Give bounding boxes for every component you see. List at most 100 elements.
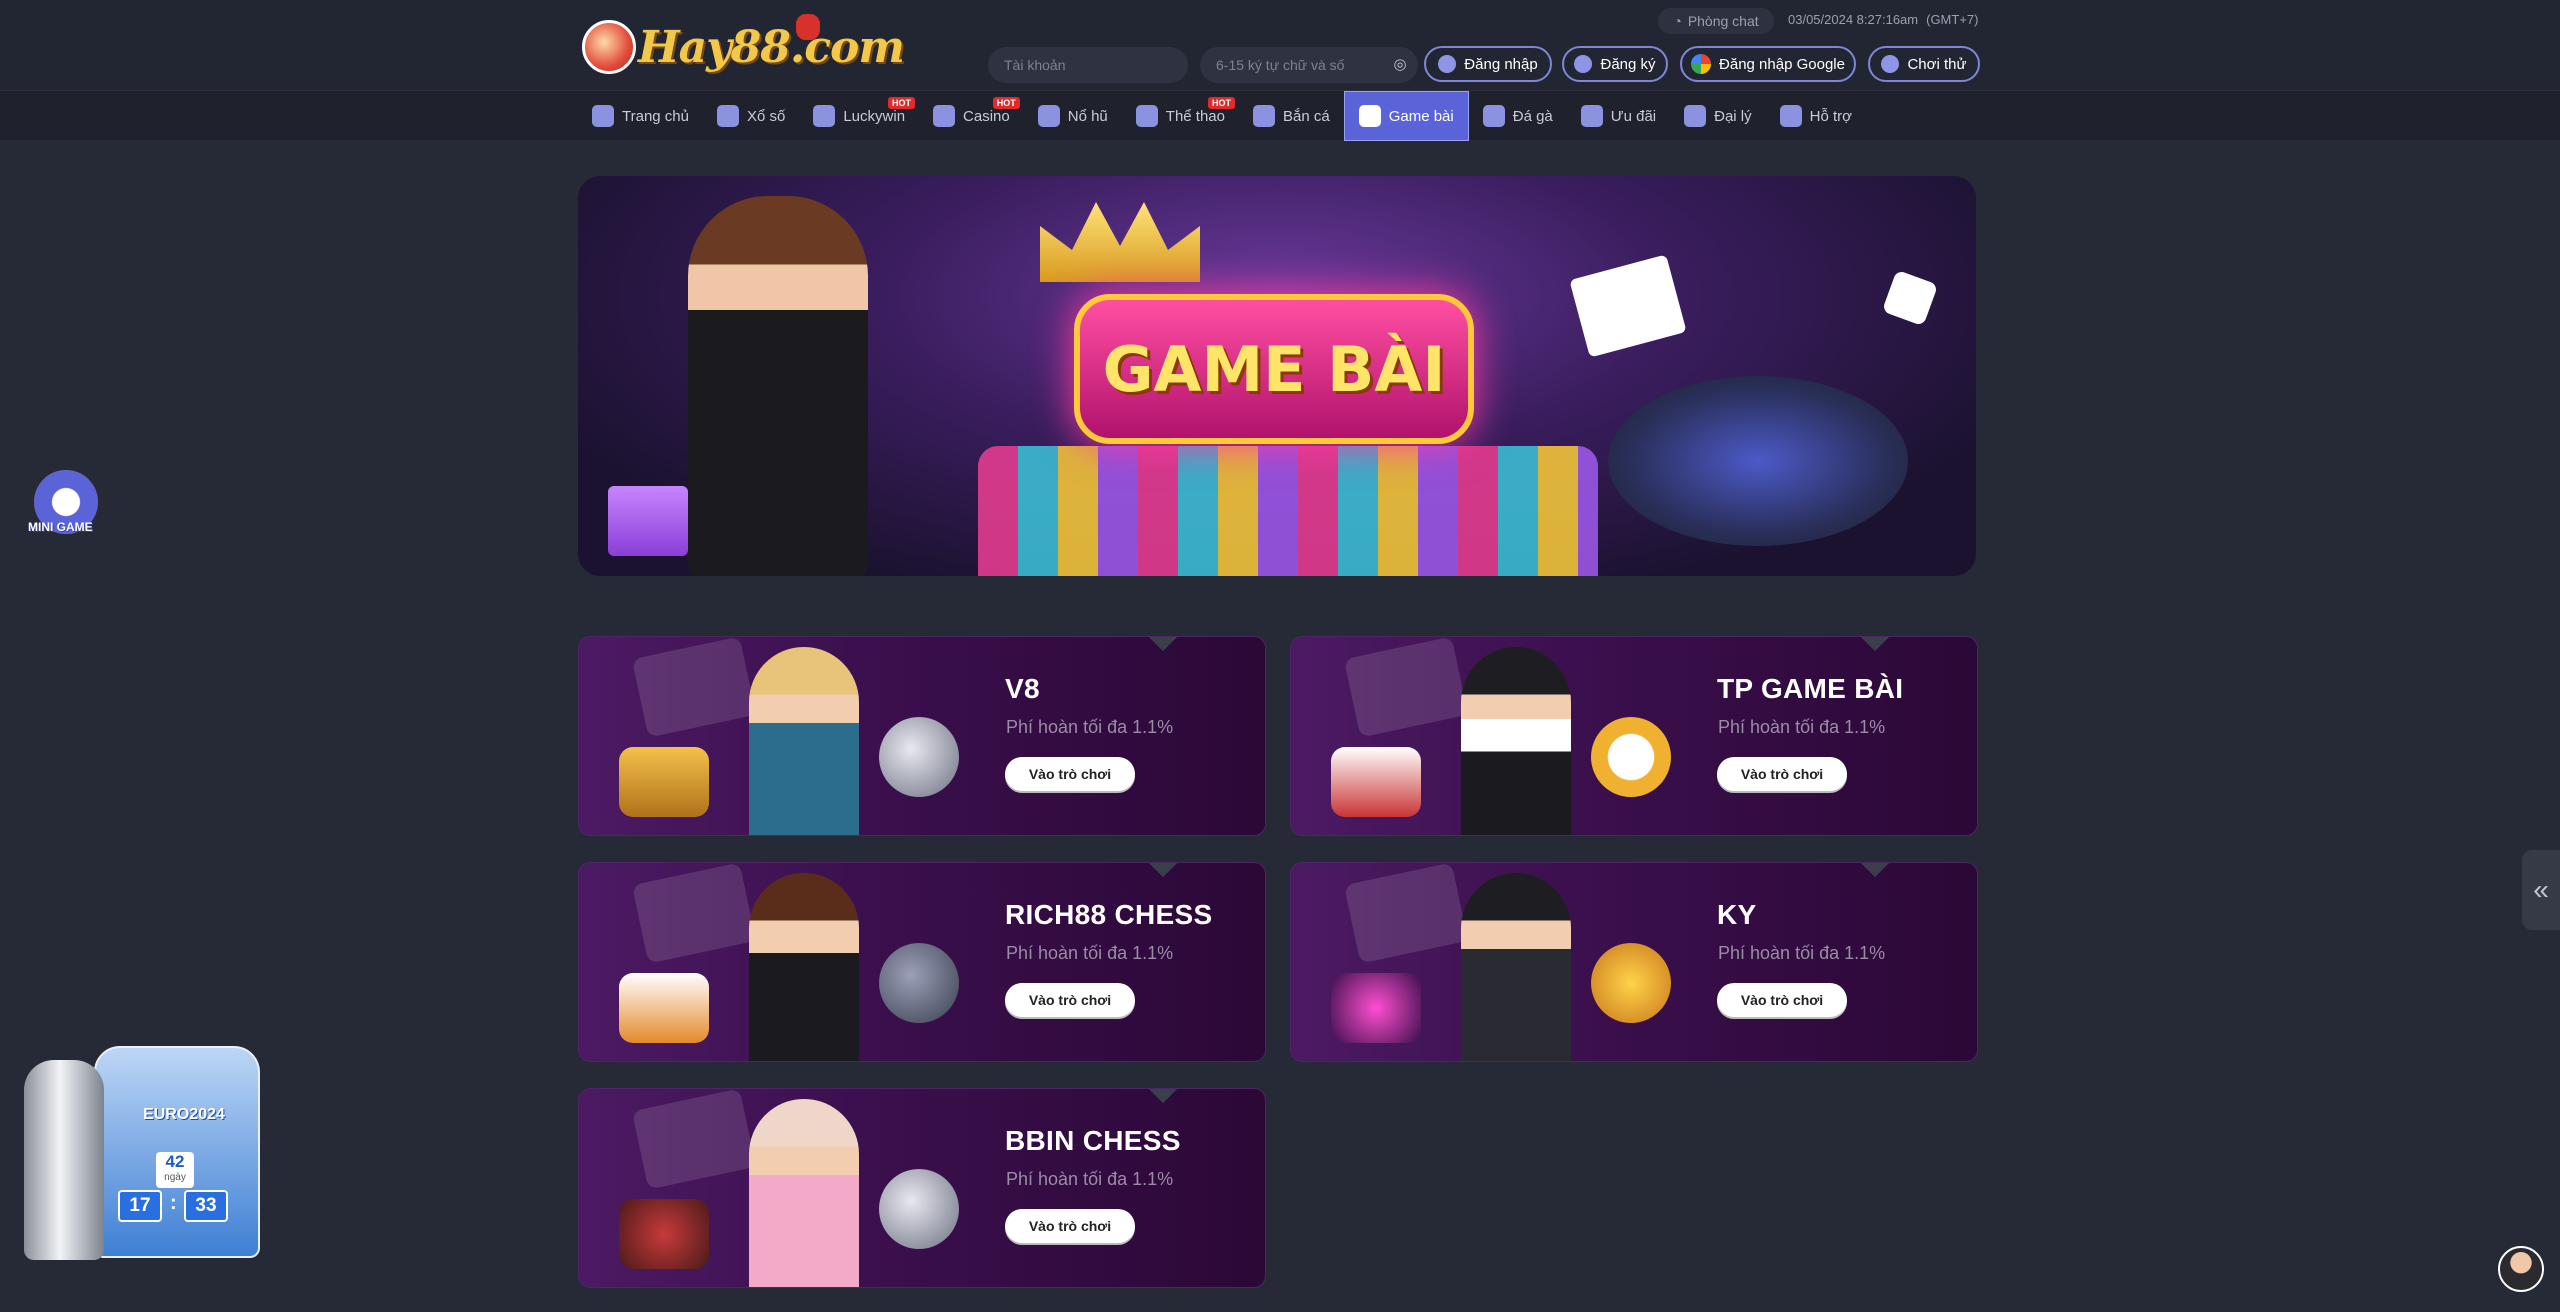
game-rebate: Phí hoàn tối đa 1.1%	[1006, 717, 1174, 737]
card-notch	[1860, 863, 1890, 878]
spade-card-icon	[631, 1089, 757, 1190]
spade-card-icon	[631, 637, 757, 738]
site-logo[interactable]: Hay88.com	[578, 14, 905, 78]
clock-timezone: (GMT+7)	[1926, 12, 1979, 27]
character-illustration	[1461, 873, 1571, 1061]
logo-text: Hay88.com	[638, 22, 905, 73]
game-title: KY	[1717, 899, 1757, 930]
rooster-icon	[1482, 105, 1505, 127]
card-notch	[1860, 637, 1890, 652]
nav-label: Thể thao	[1165, 107, 1225, 125]
enter-game-button[interactable]: Vào trò chơi	[1005, 983, 1135, 1017]
enter-game-button[interactable]: Vào trò chơi	[1005, 1209, 1135, 1243]
cards-illustration	[1331, 747, 1421, 817]
main-nav: Trang chủ Xổ số Luckywin HOT Casino HOT Nổ…	[0, 90, 2560, 141]
nav-item-luckywin[interactable]: Luckywin HOT	[799, 91, 919, 141]
login-label: Đăng nhập	[1464, 55, 1538, 73]
lantern-icon	[796, 14, 820, 40]
username-input[interactable]	[988, 47, 1188, 83]
euro-countdown-widget[interactable]: EURO2024 42 ngày 17 : 33	[24, 1046, 260, 1262]
trial-play-button[interactable]: Chơi thử	[1868, 46, 1980, 82]
game-card-tp-game-bai: TP GAME BÀI Phí hoàn tối đa 1.1% Vào trò…	[1290, 636, 1978, 836]
poker-table-illustration	[1608, 376, 1908, 546]
playing-cards-illustration	[1569, 254, 1687, 358]
mascot-icon	[582, 20, 636, 74]
enter-game-button[interactable]: Vào trò chơi	[1717, 983, 1847, 1017]
crown-icon	[1040, 202, 1200, 282]
slots-icon	[1037, 105, 1060, 127]
gift-box-illustration	[608, 486, 688, 556]
password-input[interactable]	[1200, 47, 1418, 83]
enter-game-button[interactable]: Vào trò chơi	[1005, 757, 1135, 791]
google-icon	[1691, 54, 1712, 74]
chip-stack-illustration	[978, 446, 1598, 576]
expand-side-panel-icon[interactable]: «	[2522, 850, 2560, 930]
nav-item-sports[interactable]: Thể thao HOT	[1122, 91, 1239, 141]
dice-cup-illustration	[879, 943, 959, 1023]
euro-title: EURO2024	[143, 1106, 225, 1123]
chat-room-label: Phòng chat	[1687, 13, 1759, 29]
agent-icon	[1684, 105, 1707, 127]
hot-badge: HOT	[888, 97, 916, 109]
nav-item-promotions[interactable]: Ưu đãi	[1567, 91, 1670, 141]
register-button[interactable]: Đăng ký	[1562, 46, 1668, 82]
cards-illustration	[619, 973, 709, 1043]
character-illustration	[749, 873, 859, 1061]
game-rebate: Phí hoàn tối đa 1.1%	[1006, 1169, 1174, 1189]
nav-label: Bắn cá	[1283, 107, 1330, 125]
google-login-label: Đăng nhập Google	[1719, 55, 1845, 73]
card-fan-illustration	[1591, 717, 1671, 797]
card-notch	[1148, 1089, 1178, 1104]
game-art	[1311, 637, 1691, 835]
chat-room-button[interactable]: ◔ Phòng chat	[1658, 8, 1774, 34]
mini-game-label: MINI GAME	[28, 520, 93, 534]
nav-item-support[interactable]: Hỗ trợ	[1766, 91, 1866, 141]
home-icon	[592, 105, 614, 127]
nav-item-slots[interactable]: Nổ hũ	[1024, 91, 1122, 141]
enter-game-button[interactable]: Vào trò chơi	[1717, 757, 1847, 791]
card-notch	[1148, 637, 1178, 652]
lottery-icon	[716, 105, 739, 127]
nav-item-card-games[interactable]: Game bài	[1343, 91, 1469, 141]
login-button[interactable]: Đăng nhập	[1424, 46, 1552, 82]
character-illustration	[749, 1099, 859, 1287]
spade-card-icon	[1343, 637, 1469, 738]
countdown-minutes: 33	[184, 1190, 228, 1222]
countdown-hours: 17	[118, 1190, 162, 1222]
nav-label: Game bài	[1388, 107, 1454, 125]
hero-banner: GAME BÀI	[578, 176, 1976, 576]
book-icon	[1779, 105, 1802, 127]
add-user-icon	[1574, 55, 1593, 73]
countdown-separator: :	[170, 1192, 177, 1214]
nav-label: Luckywin	[843, 107, 906, 125]
nav-item-casino[interactable]: Casino HOT	[919, 91, 1024, 141]
cards-icon	[1358, 105, 1381, 127]
crystal-ball-illustration	[1331, 973, 1421, 1043]
game-card-v8: V8 Phí hoàn tối đa 1.1% Vào trò chơi	[578, 636, 1266, 836]
game-title: TP GAME BÀI	[1717, 673, 1904, 704]
nav-item-fishing[interactable]: Bắn cá	[1239, 91, 1344, 141]
game-title: RICH88 CHESS	[1005, 899, 1213, 930]
top-header: Hay88.com ◔ Phòng chat 03/05/2024 8:27:1…	[0, 0, 2560, 90]
sports-icon	[1135, 105, 1158, 127]
game-art	[1311, 863, 1691, 1061]
game-card-rich88-chess: RICH88 CHESS Phí hoàn tối đa 1.1% Vào tr…	[578, 862, 1266, 1062]
nav-label: Xổ số	[746, 107, 786, 125]
nav-item-agent[interactable]: Đại lý	[1670, 91, 1766, 141]
toggle-password-icon[interactable]: ◎	[1390, 55, 1410, 75]
nav-item-cockfight[interactable]: Đá gà	[1469, 91, 1567, 141]
game-art	[599, 863, 979, 1061]
nav-item-lottery[interactable]: Xổ số	[703, 91, 799, 141]
chat-icon: ◔	[1673, 13, 1682, 29]
banner-sign: GAME BÀI	[1074, 294, 1474, 444]
nav-item-home[interactable]: Trang chủ	[578, 91, 703, 141]
support-avatar-icon[interactable]	[2498, 1246, 2544, 1292]
spade-card-icon	[631, 863, 757, 964]
nav-label: Nổ hũ	[1067, 107, 1108, 125]
nav-label: Ưu đãi	[1610, 107, 1657, 125]
mini-game-widget[interactable]: MINI GAME	[28, 470, 112, 538]
play-trial-icon	[1881, 55, 1900, 73]
google-login-button[interactable]: Đăng nhập Google	[1680, 46, 1856, 82]
days-value: 42	[165, 1152, 185, 1171]
dice-cup-illustration	[619, 747, 709, 817]
